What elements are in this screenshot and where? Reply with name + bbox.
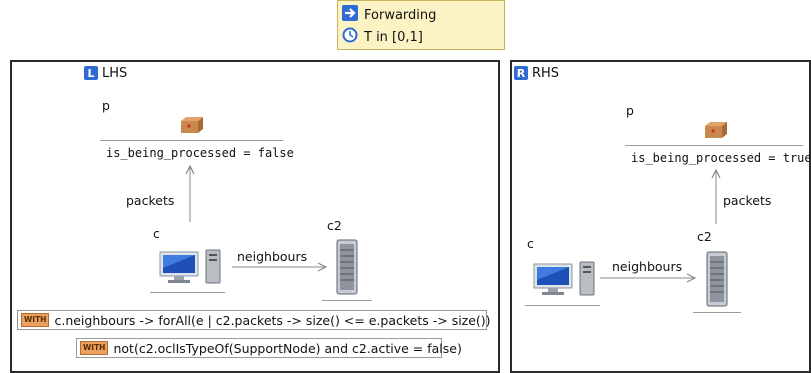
rhs-c-divider: [525, 305, 600, 306]
package-icon[interactable]: [704, 121, 728, 143]
lhs-constraint-forall[interactable]: WITH c.neighbours -> forAll(e | c2.packe…: [17, 310, 491, 330]
rhs-node-c2-name: c2: [697, 229, 712, 244]
server-icon[interactable]: [333, 238, 361, 300]
lhs-node-c-name: c: [153, 226, 160, 241]
package-icon[interactable]: [180, 116, 204, 138]
rhs-node-c-name: c: [527, 236, 534, 251]
computer-icon[interactable]: [532, 258, 598, 302]
lhs-packets-label: packets: [126, 193, 175, 208]
computer-icon[interactable]: [158, 246, 224, 290]
server-icon[interactable]: [703, 250, 731, 312]
rhs-c2-divider: [693, 312, 741, 313]
rhs-p-divider: [625, 145, 803, 146]
constraint-text: c.neighbours -> forAll(e | c2.packets ->…: [54, 312, 491, 328]
with-badge: WITH: [21, 313, 50, 327]
rhs-node-p-name: p: [626, 103, 634, 118]
lhs-c2-divider: [322, 300, 372, 301]
rhs-neighbours-label: neighbours: [612, 259, 683, 274]
lhs-p-divider: [100, 140, 283, 141]
lhs-p-attribute: is_being_processed = false: [106, 146, 294, 160]
constraint-text: not(c2.oclIsTypeOf(SupportNode) and c2.a…: [113, 340, 462, 356]
lhs-node-p-name: p: [102, 98, 110, 113]
lhs-constraint-not[interactable]: WITH not(c2.oclIsTypeOf(SupportNode) and…: [76, 338, 462, 358]
lhs-neighbours-label: neighbours: [237, 249, 308, 264]
lhs-c-divider: [150, 292, 225, 293]
rhs-p-attribute: is_being_processed = true: [631, 151, 811, 165]
lhs-node-c2-name: c2: [327, 218, 342, 233]
rhs-packets-label: packets: [723, 193, 772, 208]
with-badge: WITH: [80, 341, 109, 355]
